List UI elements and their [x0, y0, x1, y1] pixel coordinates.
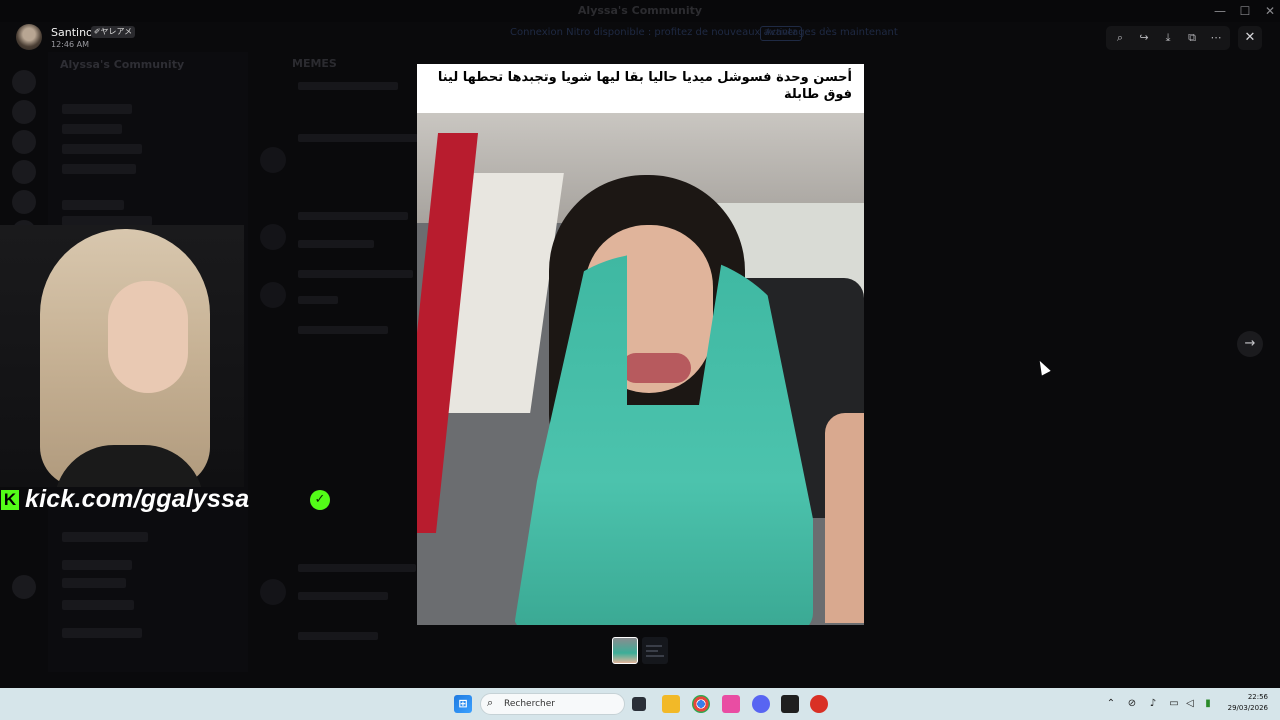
kick-logo-icon: K [1, 490, 19, 510]
message-line [298, 82, 398, 90]
thumbnail-line [646, 655, 664, 657]
message-line [298, 270, 413, 278]
thumbnail[interactable] [642, 637, 668, 664]
record-app-icon[interactable] [810, 695, 828, 713]
channel-item[interactable] [62, 200, 124, 210]
message-line [298, 212, 408, 220]
discord-icon[interactable] [752, 695, 770, 713]
message-avatar [260, 147, 286, 173]
server-icon[interactable] [12, 160, 36, 184]
window-title: Alyssa's Community [577, 4, 703, 17]
message-avatar [260, 579, 286, 605]
thumbnail-selected[interactable] [612, 637, 638, 664]
forward-icon[interactable]: ↪ [1136, 30, 1152, 46]
minimize-button[interactable]: — [1212, 3, 1228, 19]
author-name[interactable]: Santino [51, 26, 93, 39]
thumbnail-line [646, 645, 662, 647]
zoom-icon[interactable]: ⌕ [1112, 30, 1128, 46]
search-placeholder: Rechercher [504, 699, 555, 709]
nitro-banner-text: Connexion Nitro disponible : profitez de… [510, 27, 898, 38]
author-tag: ✐ヤレアメ [91, 26, 135, 38]
media-toolbar: ⌕ ↪ ⤓ ⧉ ⋯ [1106, 26, 1230, 50]
next-media-button[interactable]: → [1237, 331, 1263, 357]
kick-url: kick.com/ggalyssa [25, 485, 250, 513]
message-line [298, 296, 338, 304]
channel-item[interactable] [62, 104, 132, 114]
window-close-button[interactable]: ✕ [1262, 3, 1278, 19]
channel-item[interactable] [62, 124, 122, 134]
display-icon[interactable]: ▭ [1167, 697, 1181, 711]
battery-icon[interactable]: ▮ [1201, 697, 1215, 711]
more-icon[interactable]: ⋯ [1208, 30, 1224, 46]
screen: Alyssa's Community — ☐ ✕ Connexion Nitro… [0, 0, 1280, 720]
server-icon[interactable] [12, 70, 36, 94]
chrome-icon[interactable] [692, 695, 710, 713]
file-explorer-icon[interactable] [662, 695, 680, 713]
clock-date[interactable]: 29/03/2026 [1222, 704, 1268, 712]
channel-header: MEMES [292, 57, 337, 70]
channel-item[interactable] [62, 628, 142, 638]
woman-lips [621, 353, 691, 383]
message-avatar [260, 282, 286, 308]
channel-item[interactable] [62, 532, 148, 542]
channel-item[interactable] [62, 560, 132, 570]
media-image[interactable]: أحسن وحدة فسوشل ميديا حاليا بقا ليها شوي… [417, 64, 864, 625]
message-line [298, 240, 374, 248]
volume-icon[interactable]: ◁ [1183, 697, 1197, 711]
streamer-face [108, 281, 188, 393]
message-timestamp: 12:46 AM [51, 40, 89, 49]
window-titlebar: Alyssa's Community — ☐ ✕ [0, 0, 1280, 22]
author-avatar[interactable] [16, 24, 42, 50]
server-icon[interactable] [12, 190, 36, 214]
channel-item[interactable] [62, 578, 126, 588]
server-icon[interactable] [12, 130, 36, 154]
clock-time[interactable]: 22:56 [1222, 693, 1268, 701]
server-name: Alyssa's Community [60, 58, 185, 71]
network-off-icon[interactable]: ⊘ [1125, 697, 1139, 711]
channel-item[interactable] [62, 164, 136, 174]
snipping-tool-icon[interactable] [722, 695, 740, 713]
woman-hand [825, 413, 864, 623]
microphone-icon[interactable]: ♪ [1146, 697, 1160, 711]
message-line [298, 592, 388, 600]
channel-item[interactable] [62, 144, 142, 154]
message-line [298, 134, 418, 142]
maximize-button[interactable]: ☐ [1237, 3, 1253, 19]
meme-photo [417, 113, 864, 625]
open-external-icon[interactable]: ⧉ [1184, 30, 1200, 46]
taskbar-search[interactable]: ⌕ Rechercher [480, 693, 625, 715]
message-line [298, 632, 378, 640]
thumbnail-line [646, 650, 658, 652]
webcam-overlay [0, 225, 244, 487]
search-icon: ⌕ [487, 696, 494, 709]
channel-item[interactable] [62, 600, 134, 610]
media-caption: أحسن وحدة فسوشل ميديا حاليا بقا ليها شوي… [437, 70, 852, 102]
viewer-close-button[interactable]: ✕ [1238, 26, 1262, 50]
server-icon[interactable] [12, 100, 36, 124]
message-line [298, 326, 388, 334]
server-icon[interactable] [12, 575, 36, 599]
media-player-icon[interactable] [781, 695, 799, 713]
task-view-icon[interactable] [632, 697, 646, 711]
nitro-banner-button[interactable]: Activer [760, 26, 802, 41]
message-avatar [260, 224, 286, 250]
verified-icon: ✓ [310, 490, 330, 510]
tray-overflow-icon[interactable]: ⌃ [1104, 697, 1118, 711]
start-button[interactable]: ⊞ [454, 695, 472, 713]
message-line [298, 564, 416, 572]
download-icon[interactable]: ⤓ [1160, 30, 1176, 46]
